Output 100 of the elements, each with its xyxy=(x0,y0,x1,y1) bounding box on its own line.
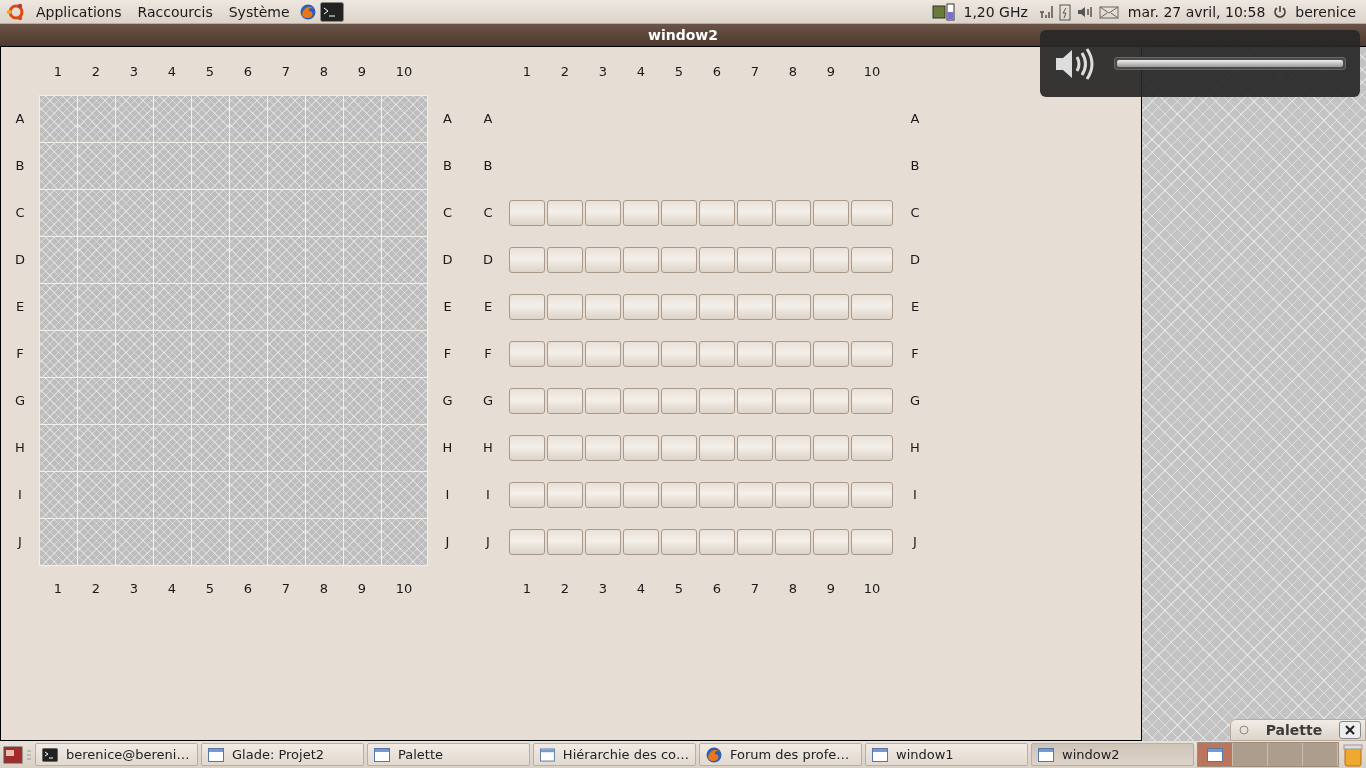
grid-button[interactable] xyxy=(509,528,545,555)
grid-button[interactable] xyxy=(813,434,849,461)
grid-button[interactable] xyxy=(775,340,811,367)
taskbar-button[interactable]: Forum des profe… xyxy=(699,743,862,766)
power-icon[interactable] xyxy=(1273,3,1288,20)
grid-button[interactable] xyxy=(623,199,659,226)
grid-cell[interactable] xyxy=(152,235,192,284)
grid-cell[interactable] xyxy=(304,376,344,425)
grid-cell[interactable] xyxy=(152,517,192,566)
grid-button[interactable] xyxy=(623,293,659,320)
logo-icon[interactable] xyxy=(6,1,26,22)
grid-button[interactable] xyxy=(623,528,659,555)
grid-cell[interactable] xyxy=(266,141,306,190)
panel-menu[interactable]: Système xyxy=(222,3,296,20)
taskbar-button[interactable]: Hiérarchie des co… xyxy=(533,743,696,766)
grid-cell[interactable] xyxy=(342,94,382,143)
grid-button[interactable] xyxy=(775,481,811,508)
grid-button[interactable] xyxy=(813,528,849,555)
grid-cell[interactable] xyxy=(76,188,116,237)
grid-cell[interactable] xyxy=(342,423,382,472)
grid-button[interactable] xyxy=(623,434,659,461)
grid-button[interactable] xyxy=(737,246,773,273)
grid-button[interactable] xyxy=(813,199,849,226)
panel-menu[interactable]: Raccourcis xyxy=(131,3,219,20)
grid-button[interactable] xyxy=(851,434,893,461)
grid-button[interactable] xyxy=(661,340,697,367)
grid-cell[interactable] xyxy=(228,423,268,472)
grid-cell[interactable] xyxy=(190,376,230,425)
grid-cell[interactable] xyxy=(266,470,306,519)
grid-button[interactable] xyxy=(851,387,893,414)
grid-button[interactable] xyxy=(813,293,849,320)
grid-button[interactable] xyxy=(623,340,659,367)
grid-cell[interactable] xyxy=(380,329,428,378)
grid-button[interactable] xyxy=(813,340,849,367)
grid-button[interactable] xyxy=(699,293,735,320)
grid-button[interactable] xyxy=(547,387,583,414)
grid-button[interactable] xyxy=(547,293,583,320)
taskbar-button[interactable]: window1 xyxy=(865,743,1028,766)
grid-cell[interactable] xyxy=(190,423,230,472)
grid-cell[interactable] xyxy=(266,423,306,472)
grid-cell[interactable] xyxy=(114,235,154,284)
grid-button[interactable] xyxy=(509,199,545,226)
grid-button[interactable] xyxy=(509,246,545,273)
grid-cell[interactable] xyxy=(190,329,230,378)
grid-button[interactable] xyxy=(737,387,773,414)
grid-cell[interactable] xyxy=(342,282,382,331)
grid-button[interactable] xyxy=(775,434,811,461)
grid-cell[interactable] xyxy=(380,376,428,425)
grid-button[interactable] xyxy=(547,434,583,461)
grid-cell[interactable] xyxy=(190,188,230,237)
grid-button[interactable] xyxy=(737,340,773,367)
grid-button[interactable] xyxy=(623,481,659,508)
grid-cell[interactable] xyxy=(76,94,116,143)
grid-cell[interactable] xyxy=(342,188,382,237)
grid-cell[interactable] xyxy=(304,235,344,284)
grid-button[interactable] xyxy=(661,434,697,461)
grid-cell[interactable] xyxy=(304,282,344,331)
grid-button[interactable] xyxy=(661,199,697,226)
grid-button[interactable] xyxy=(509,340,545,367)
grid-button[interactable] xyxy=(585,528,621,555)
grid-cell[interactable] xyxy=(152,470,192,519)
grid-cell[interactable] xyxy=(114,517,154,566)
grid-cell[interactable] xyxy=(228,329,268,378)
grid-cell[interactable] xyxy=(380,423,428,472)
grid-cell[interactable] xyxy=(266,94,306,143)
grid-button[interactable] xyxy=(585,434,621,461)
grid-cell[interactable] xyxy=(114,470,154,519)
grid-cell[interactable] xyxy=(380,470,428,519)
grid-cell[interactable] xyxy=(342,376,382,425)
grid-cell[interactable] xyxy=(342,235,382,284)
grid-cell[interactable] xyxy=(266,235,306,284)
grid-cell[interactable] xyxy=(38,94,78,143)
grid-cell[interactable] xyxy=(114,329,154,378)
grid-cell[interactable] xyxy=(38,188,78,237)
grid-cell[interactable] xyxy=(76,376,116,425)
workspace[interactable] xyxy=(1198,743,1233,766)
grid-cell[interactable] xyxy=(38,141,78,190)
grid-button[interactable] xyxy=(585,199,621,226)
grid-cell[interactable] xyxy=(114,141,154,190)
grid-cell[interactable] xyxy=(380,188,428,237)
grid-cell[interactable] xyxy=(380,235,428,284)
panel-menu[interactable]: Applications xyxy=(30,3,128,20)
grid-button[interactable] xyxy=(851,293,893,320)
grid-cell[interactable] xyxy=(266,376,306,425)
grid-button[interactable] xyxy=(623,387,659,414)
grid-cell[interactable] xyxy=(114,94,154,143)
grid-cell[interactable] xyxy=(76,517,116,566)
grid-button[interactable] xyxy=(509,387,545,414)
grid-cell[interactable] xyxy=(38,235,78,284)
grid-button[interactable] xyxy=(661,387,697,414)
grid-cell[interactable] xyxy=(304,141,344,190)
grid-button[interactable] xyxy=(699,528,735,555)
taskbar-button[interactable]: window2 xyxy=(1031,743,1194,766)
grid-button[interactable] xyxy=(775,387,811,414)
battery-icon[interactable] xyxy=(1057,2,1072,21)
grid-button[interactable] xyxy=(851,340,893,367)
grid-cell[interactable] xyxy=(266,282,306,331)
grid-cell[interactable] xyxy=(114,188,154,237)
grid-button[interactable] xyxy=(585,293,621,320)
grid-cell[interactable] xyxy=(304,470,344,519)
